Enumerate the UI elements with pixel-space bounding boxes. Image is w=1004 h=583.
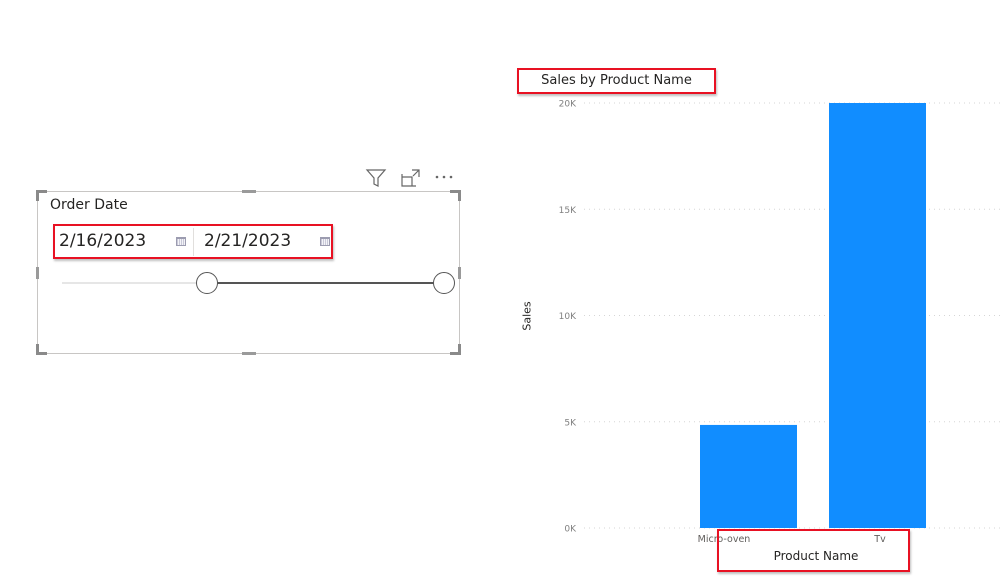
y-tick-label: 10K	[559, 312, 577, 322]
y-tick-label: 20K	[559, 100, 577, 110]
y-tick-label: 0K	[564, 525, 577, 535]
end-date-value: 2/21/2023	[204, 231, 292, 251]
y-tick-label: 5K	[564, 418, 577, 428]
resize-handle-bottom[interactable]	[242, 352, 256, 355]
x-axis-highlight	[717, 529, 910, 572]
filter-icon[interactable]	[365, 168, 387, 188]
resize-corner-br[interactable]	[450, 344, 461, 355]
bar-chart: 0K5K10K15K20KMicro-oven TvProduct Name	[559, 100, 1004, 563]
date-slicer[interactable]: Order Date 2/16/2023 2/21/2023	[36, 190, 461, 355]
start-date-value: 2/16/2023	[59, 231, 147, 251]
y-axis-title: Sales	[520, 301, 534, 331]
start-date-input[interactable]: 2/16/2023	[59, 226, 191, 257]
resize-corner-bl[interactable]	[36, 344, 47, 355]
resize-handle-right[interactable]	[458, 267, 461, 279]
calendar-icon[interactable]	[176, 237, 186, 246]
slider-start-handle[interactable]	[196, 272, 219, 294]
slicer-title: Order Date	[50, 197, 128, 213]
focus-mode-icon[interactable]	[400, 168, 422, 188]
end-date-input[interactable]: 2/21/2023	[204, 226, 336, 257]
resize-handle-left[interactable]	[36, 267, 39, 279]
slider-track[interactable]	[62, 282, 208, 284]
calendar-icon[interactable]	[320, 237, 330, 246]
more-options-icon[interactable]	[433, 170, 457, 184]
field-divider	[193, 228, 194, 256]
resize-corner-tr[interactable]	[450, 190, 461, 201]
resize-corner-tl[interactable]	[36, 190, 47, 201]
bar-tv[interactable]	[829, 103, 926, 528]
y-tick-label: 15K	[559, 206, 577, 216]
bar-micro-oven[interactable]	[700, 424, 797, 528]
slider-end-handle[interactable]	[433, 272, 455, 294]
resize-handle-top[interactable]	[242, 190, 256, 193]
chart-title: Sales by Product Name	[541, 73, 692, 88]
slider-selected-range	[207, 282, 444, 284]
date-range-inputs: 2/16/2023 2/21/2023	[53, 224, 333, 259]
